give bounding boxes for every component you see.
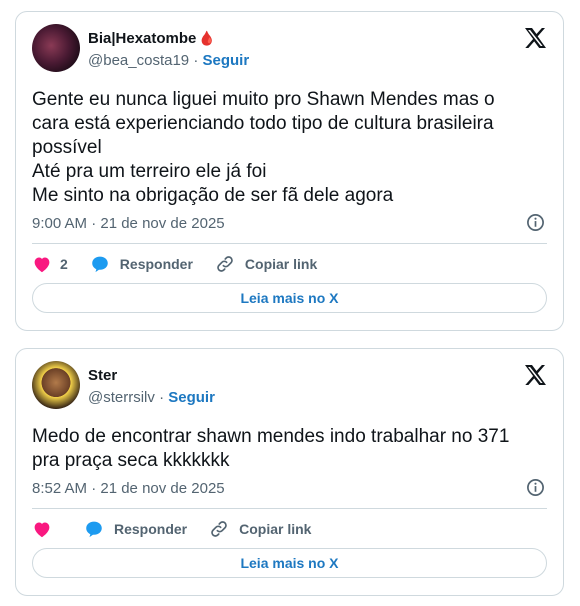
reply-label: Responder <box>119 256 193 272</box>
like-count: 2 <box>60 256 68 272</box>
author-name[interactable]: Bia|Hexatombe 🩸 <box>88 30 216 47</box>
copy-link-label: Copiar link <box>244 256 318 272</box>
divider <box>32 243 547 244</box>
reply-button[interactable]: Responder <box>90 255 193 273</box>
x-logo-icon[interactable] <box>523 26 547 50</box>
copy-link-label: Copiar link <box>239 521 312 537</box>
tweet-text-line: Gente eu nunca liguei muito pro Shawn Me… <box>32 89 495 110</box>
follow-link[interactable]: Seguir <box>168 389 215 406</box>
tweet-text: Medo de encontrar shawn mendes indo trab… <box>32 425 547 473</box>
action-bar: Responder Copiar link <box>32 517 333 541</box>
timestamp[interactable]: 8:52 AM · 21 de nov de 2025 <box>32 480 225 497</box>
handle-row: @sterrsilv · Seguir <box>88 389 215 406</box>
reply-icon <box>92 256 108 273</box>
tweet-text-line: pra praça seca kkkkkkk <box>32 450 230 471</box>
tweet-text-line: Me sinto na obrigação de ser fã dele ago… <box>32 185 394 206</box>
tweet-text-line: cara está experienciando todo tipo de cu… <box>32 113 494 134</box>
reply-button[interactable]: Responder <box>84 520 187 538</box>
avatar[interactable] <box>32 24 80 72</box>
copy-link-button[interactable]: Copiar link <box>215 254 317 274</box>
like-button[interactable]: 2 <box>32 255 68 273</box>
timestamp[interactable]: 9:00 AM · 21 de nov de 2025 <box>32 215 225 232</box>
tweet-text-line: possível <box>32 137 102 158</box>
avatar[interactable] <box>32 361 80 409</box>
read-more-button[interactable]: Leia mais no X <box>32 548 547 578</box>
tweet-text-line: Medo de encontrar shawn mendes indo trab… <box>32 426 510 447</box>
reply-icon <box>86 521 102 538</box>
info-icon[interactable] <box>526 213 545 232</box>
blood-drop-emoji: 🩸 <box>198 30 216 46</box>
link-icon <box>217 256 233 272</box>
author-handle[interactable]: @bea_costa19 <box>88 52 189 69</box>
separator-dot: · <box>159 389 165 406</box>
handle-row: @bea_costa19 · Seguir <box>88 52 249 69</box>
tweet-card: Ster @sterrsilv · Seguir Medo de encontr… <box>15 348 564 596</box>
read-more-button[interactable]: Leia mais no X <box>32 283 547 313</box>
author-name[interactable]: Ster <box>88 367 117 384</box>
heart-icon <box>34 522 50 538</box>
author-name-text: Bia|Hexatombe <box>88 30 197 47</box>
reply-label: Responder <box>114 521 188 537</box>
divider <box>32 508 547 509</box>
action-bar: 2 Responder Copiar link <box>32 252 339 276</box>
x-logo-icon[interactable] <box>523 363 547 387</box>
author-handle[interactable]: @sterrsilv <box>88 389 155 406</box>
heart-icon <box>34 257 50 273</box>
info-icon[interactable] <box>526 478 545 497</box>
separator-dot: · <box>193 52 199 69</box>
tweet-card: Bia|Hexatombe 🩸 @bea_costa19 · Seguir Gen… <box>15 11 564 331</box>
copy-link-button[interactable]: Copiar link <box>209 519 311 539</box>
tweet-text: Gente eu nunca liguei muito pro Shawn Me… <box>32 88 547 208</box>
follow-link[interactable]: Seguir <box>202 52 249 69</box>
tweet-text-line: Até pra um terreiro ele já foi <box>32 161 267 182</box>
like-button[interactable] <box>32 520 62 538</box>
link-icon <box>211 521 227 537</box>
